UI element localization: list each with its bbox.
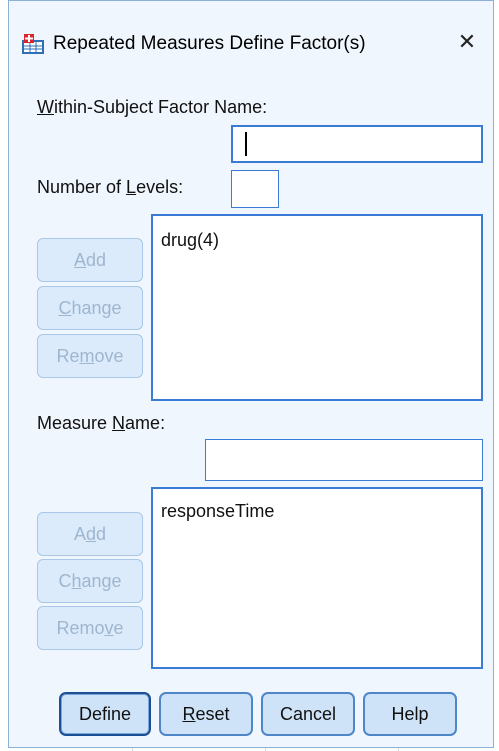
mnemonic: N [112, 413, 126, 433]
mnemonic: h [71, 571, 82, 591]
label-text: hange [71, 298, 122, 318]
mnemonic: d [85, 524, 96, 544]
number-of-levels-label: Number of Levels: [37, 177, 183, 198]
factor-change-button[interactable]: Change [37, 286, 143, 330]
mnemonic: A [73, 250, 86, 270]
label-text: e [113, 618, 124, 638]
measure-name-label: Measure Name: [37, 413, 165, 434]
label-text: d [96, 524, 107, 544]
help-button[interactable]: Help [363, 692, 457, 736]
list-item[interactable]: drug(4) [161, 230, 219, 251]
list-item[interactable]: responseTime [161, 501, 274, 522]
number-of-levels-input[interactable] [231, 170, 279, 208]
label-text: dd [85, 250, 107, 270]
label-text: C [58, 571, 72, 591]
within-factor-label: Within-Subject Factor Name: [37, 97, 267, 118]
mnemonic: L [126, 177, 137, 197]
measure-add-button[interactable]: Add [37, 512, 143, 556]
label-text: ithin-Subject Factor Name: [54, 97, 268, 117]
reset-button[interactable]: Reset [159, 692, 253, 736]
label-text: Re [56, 346, 80, 366]
mnemonic: W [37, 97, 54, 117]
title-bar: Repeated Measures Define Factor(s) ✕ [9, 1, 493, 81]
measure-list[interactable]: responseTime [151, 487, 483, 669]
factor-add-button[interactable]: Add [37, 238, 143, 282]
label-text: ove [94, 346, 124, 366]
label-text: Number of [37, 177, 127, 197]
label-text: ange [81, 571, 122, 591]
close-icon: ✕ [457, 29, 477, 54]
measure-change-button[interactable]: Change [37, 559, 143, 603]
label-text: eset [195, 704, 230, 724]
measure-remove-button[interactable]: Remove [37, 606, 143, 650]
mnemonic: R [182, 704, 196, 724]
label-text: evels: [136, 177, 184, 197]
label-text: Remo [56, 618, 105, 638]
cancel-button[interactable]: Cancel [261, 692, 355, 736]
mnemonic: m [79, 346, 95, 366]
measure-name-input[interactable] [205, 439, 483, 481]
dialog-title: Repeated Measures Define Factor(s) [53, 33, 366, 54]
label-text: Measure [37, 413, 113, 433]
label-text: ame: [125, 413, 166, 433]
mnemonic: v [104, 618, 114, 638]
factor-list[interactable]: drug(4) [151, 214, 483, 401]
text-caret [245, 132, 247, 156]
label-text: A [73, 524, 86, 544]
factor-remove-button[interactable]: Remove [37, 334, 143, 378]
within-factor-name-input[interactable] [231, 125, 483, 163]
mnemonic: C [58, 298, 72, 318]
spss-app-icon [22, 34, 44, 54]
define-button[interactable]: Define [59, 692, 151, 736]
close-button[interactable]: ✕ [449, 25, 485, 59]
define-factors-dialog: Repeated Measures Define Factor(s) ✕ Wit… [8, 0, 494, 748]
